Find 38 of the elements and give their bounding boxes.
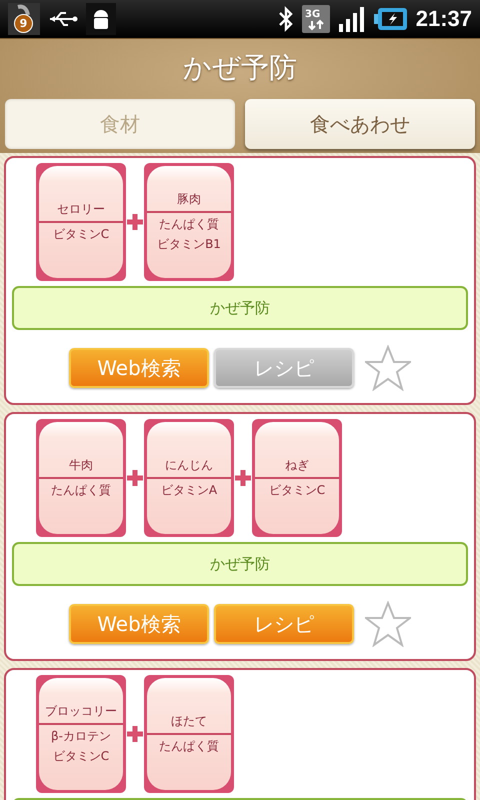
usb-icon [48, 9, 78, 29]
android-icon [86, 3, 116, 35]
effect-label: かぜ予防 [210, 554, 270, 574]
food-name: ブロッコリー [39, 703, 123, 725]
signal-icon [338, 6, 366, 32]
food-tile[interactable]: ブロッコリー β-カロテン ビタミンC [36, 675, 126, 793]
clock-time: 21:37 [416, 6, 472, 32]
food-tile[interactable]: ねぎ ビタミンC [252, 419, 342, 537]
nutrient-label: ビタミンA [160, 482, 218, 499]
nutrient-label: ビタミンC [52, 226, 110, 243]
nutrient-label: β-カロテン [50, 728, 112, 745]
nutrient-label: たんぱく質 [158, 738, 220, 755]
plus-icon [234, 469, 252, 487]
plus-icon [126, 213, 144, 231]
nutrient-label: たんぱく質 [158, 216, 220, 233]
plus-icon [126, 469, 144, 487]
plus-icon [126, 725, 144, 743]
food-name: ねぎ [255, 457, 339, 479]
food-name: にんじん [147, 457, 231, 479]
bluetooth-icon [278, 6, 294, 32]
nutrient-label: ビタミンC [52, 748, 110, 765]
network-icon: 3G [302, 5, 330, 33]
food-name: 豚肉 [147, 191, 231, 213]
food-name: セロリー [39, 201, 123, 223]
nutrient-label: ビタミンB1 [156, 236, 222, 253]
tab[interactable]: 食べあわせ [245, 99, 475, 149]
nutrient-label: ビタミンC [268, 482, 326, 499]
battery-icon [374, 7, 408, 31]
food-name: 牛肉 [39, 457, 123, 479]
nutrient-label: たんぱく質 [50, 482, 112, 499]
food-tile[interactable]: 牛肉 たんぱく質 [36, 419, 126, 537]
food-tile[interactable]: ほたて たんぱく質 [144, 675, 234, 793]
food-name: ほたて [147, 713, 231, 735]
food-tile[interactable]: 豚肉 たんぱく質 ビタミンB1 [144, 163, 234, 281]
food-tile[interactable]: にんじん ビタミンA [144, 419, 234, 537]
screen-title: かぜ予防 [183, 50, 297, 86]
food-tile[interactable]: セロリー ビタミンC [36, 163, 126, 281]
effect-label: かぜ予防 [210, 298, 270, 318]
